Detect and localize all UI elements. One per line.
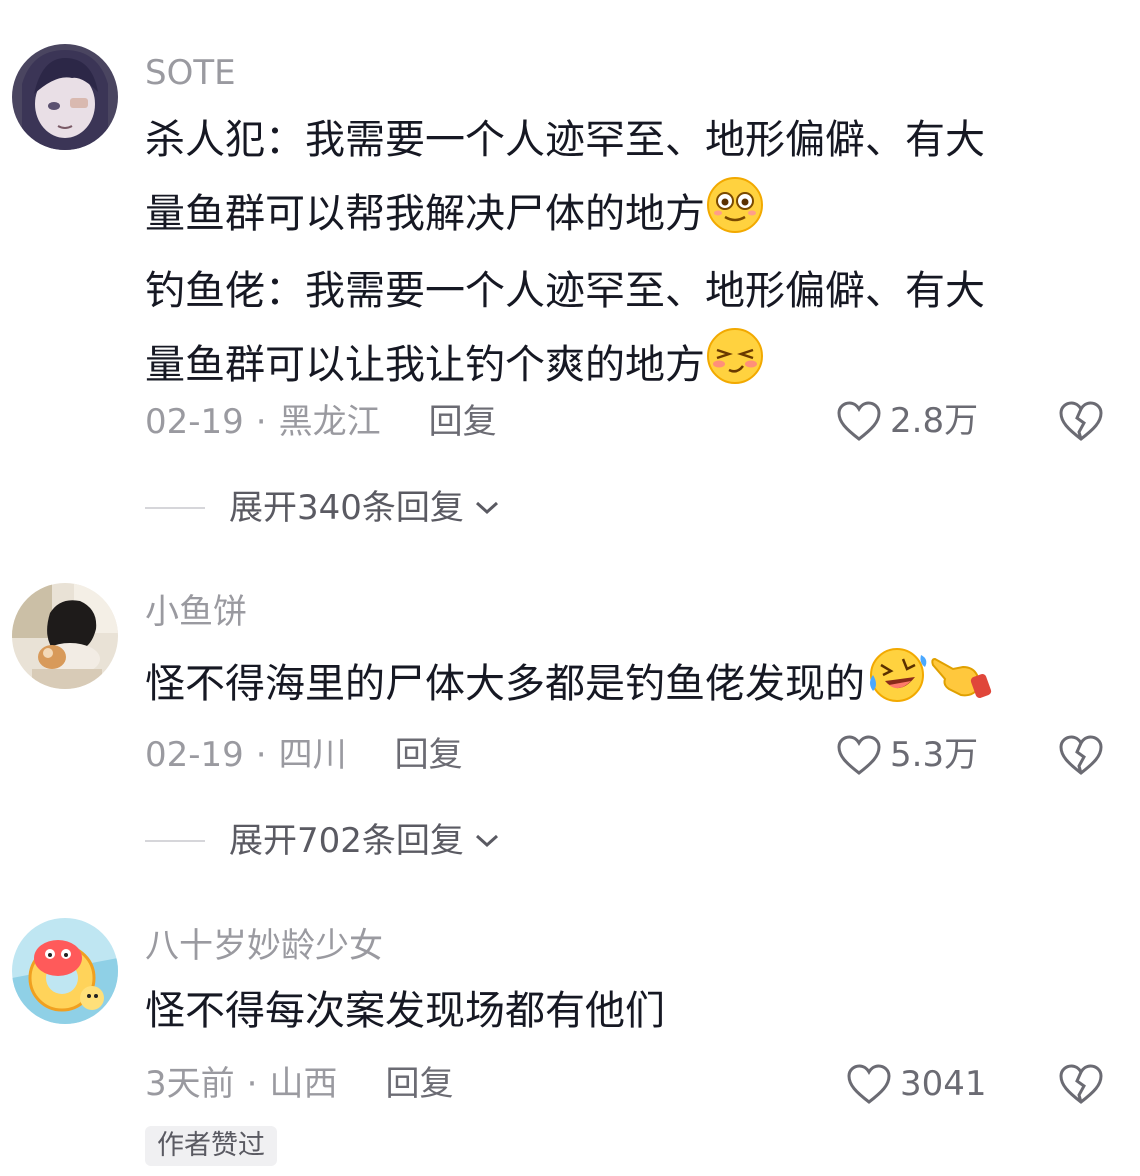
broken-heart-icon [1059,735,1103,775]
comment-location: 四川 [278,735,347,775]
author-liked-badge: 作者赞过 [145,1126,277,1166]
meta-separator: · [255,735,267,775]
avatar[interactable] [12,44,118,150]
broken-heart-icon [1059,1064,1103,1104]
heart-outline-icon [837,735,881,775]
expand-replies-label: 展开702条回复 [229,821,464,861]
comment-meta: 02-19 · 四川 回复 [145,735,463,775]
dislike-button[interactable] [1058,734,1104,780]
comment-location: 山西 [269,1064,338,1104]
expand-replies-button[interactable]: 展开702条回复 [145,821,500,861]
comment-text-line: 量鱼群可以帮我解决尸体的地方 [145,191,705,237]
divider-line [145,507,205,509]
like-button[interactable]: 3041 [846,1063,987,1105]
comment-text: 怪不得海里的尸体大多都是钓鱼佬发现的 [145,645,1105,727]
comment-text-line: 量鱼群可以让我让钓个爽的地方 [145,342,705,388]
comment-date: 02-19 [145,735,244,775]
comment-text-line: 怪不得海里的尸体大多都是钓鱼佬发现的 [145,661,865,707]
meta-separator: · [246,1064,258,1104]
heart-outline-icon [837,401,881,441]
comment-date: 3天前 [145,1064,235,1104]
reply-button[interactable]: 回复 [395,735,463,775]
dislike-button[interactable] [1058,400,1104,446]
dislike-button[interactable] [1058,1063,1104,1109]
comment-date: 02-19 [145,402,244,442]
relieved-smile-emoji-icon [705,326,765,408]
comment-username[interactable]: SOTE [145,53,236,93]
grinning-eyes-emoji-icon [705,175,765,257]
rolling-laughing-emoji-icon [865,645,929,727]
like-count: 3041 [900,1064,987,1104]
like-button[interactable]: 5.3万 [836,734,978,776]
comment-text: 杀人犯：我需要一个人迹罕至、地形偏僻、有大 量鱼群可以帮我解决尸体的地方 钓鱼佬… [145,106,1105,408]
comment-username[interactable]: 小鱼饼 [145,592,247,632]
chevron-down-icon [475,834,498,848]
avatar[interactable] [12,583,118,689]
divider-line [145,840,205,842]
comment-text: 怪不得每次案发现场都有他们 [145,977,1105,1046]
expand-replies-button[interactable]: 展开340条回复 [145,488,500,528]
reply-button[interactable]: 回复 [385,1064,453,1104]
chevron-down-icon [475,501,498,515]
pointing-hand-emoji-icon [929,645,993,727]
comment-text-line: 杀人犯：我需要一个人迹罕至、地形偏僻、有大 [145,117,985,163]
comment-meta: 02-19 · 黑龙江 回复 [145,402,497,442]
comment-meta: 3天前 · 山西 回复 [145,1064,453,1104]
expand-replies-label: 展开340条回复 [229,488,464,528]
comment-location: 黑龙江 [278,402,381,442]
comment-text-line: 怪不得每次案发现场都有他们 [145,988,665,1034]
comment-text-line: 钓鱼佬：我需要一个人迹罕至、地形偏僻、有大 [145,268,985,314]
comment-username[interactable]: 八十岁妙龄少女 [145,926,383,966]
like-count: 5.3万 [890,735,979,775]
reply-button[interactable]: 回复 [429,402,497,442]
like-button[interactable]: 2.8万 [836,400,978,442]
broken-heart-icon [1059,401,1103,441]
like-count: 2.8万 [890,401,979,441]
avatar[interactable] [12,918,118,1024]
meta-separator: · [255,402,267,442]
heart-outline-icon [847,1064,891,1104]
